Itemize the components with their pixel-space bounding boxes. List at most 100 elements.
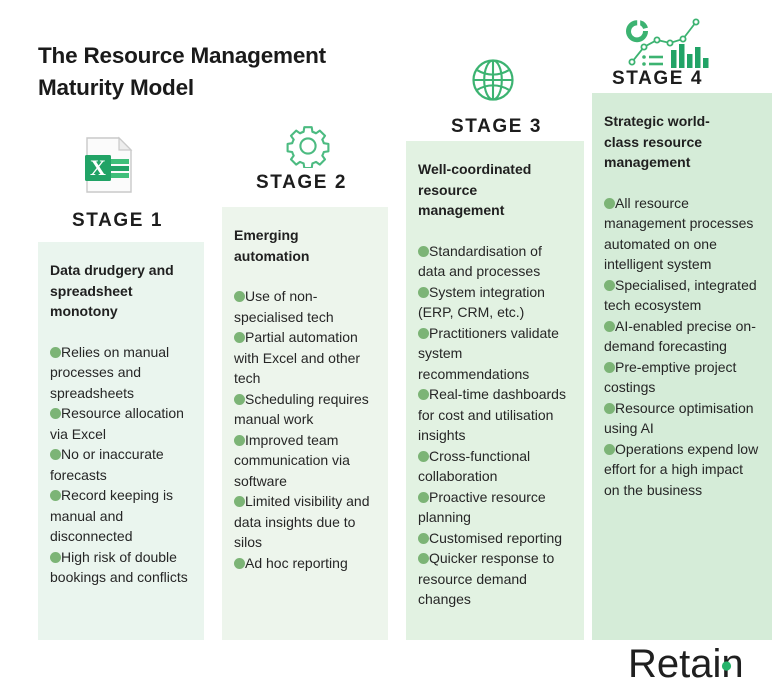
list-item-label: Operations expend low effort for a high … bbox=[604, 440, 759, 498]
stage-label-4: STAGE 4 bbox=[612, 68, 704, 89]
page-title: The Resource Management Maturity Model bbox=[38, 43, 326, 100]
list-item-label: Specialised, integrated tech ecosystem bbox=[604, 276, 757, 314]
list-item-label: Use of non-specialised tech bbox=[234, 288, 334, 325]
stage-heading-3: Well-coordinated resource management bbox=[418, 161, 532, 218]
stage-bullet-list-2: Use of non-specialised tech Partial autom… bbox=[234, 286, 376, 573]
list-item-label: Pre-emptive project costings bbox=[604, 358, 737, 396]
stage-bullet-list-1: Relies on manual processes and spreadshe… bbox=[50, 342, 192, 588]
stage-panel-3: Well-coordinated resource management Sta… bbox=[406, 141, 584, 640]
bullet-dot-icon bbox=[234, 496, 245, 507]
list-item-label: System integration (ERP, CRM, etc.) bbox=[418, 283, 545, 321]
bullet-dot-icon bbox=[418, 553, 429, 564]
stage-label-3: STAGE 3 bbox=[451, 116, 543, 137]
list-item: Customised reporting bbox=[418, 528, 572, 549]
stage-bullet-list-4: All resource management processes automa… bbox=[604, 193, 760, 501]
bullet-dot-icon bbox=[604, 443, 615, 455]
list-item: Improved team communication via software bbox=[234, 430, 376, 492]
list-item-label: Partial automation with Excel and other … bbox=[234, 329, 361, 386]
list-item-label: No or inaccurate forecasts bbox=[50, 446, 164, 483]
list-item: Limited visibility and data insights due… bbox=[234, 491, 376, 553]
bullet-dot-icon bbox=[50, 551, 61, 563]
bullet-dot-icon bbox=[50, 346, 61, 358]
list-item: AI-enabled precise on-demand forecasting bbox=[604, 316, 760, 357]
list-item: Ad hoc reporting bbox=[234, 553, 376, 574]
list-item-label: Resource allocation via Excel bbox=[50, 405, 184, 442]
bullet-dot-icon bbox=[50, 490, 61, 501]
list-item: Specialised, integrated tech ecosystem bbox=[604, 275, 760, 316]
list-item: System integration (ERP, CRM, etc.) bbox=[418, 282, 572, 323]
list-item-label: Record keeping is manual and disconnecte… bbox=[50, 487, 174, 544]
bullet-dot-icon bbox=[604, 361, 615, 373]
list-item: No or inaccurate forecasts bbox=[50, 444, 192, 485]
bullet-dot-icon bbox=[418, 286, 429, 298]
bullet-dot-icon bbox=[418, 491, 429, 503]
list-item-label: Relies on manual processes and spreadshe… bbox=[50, 343, 170, 401]
list-item: Practitioners validate system recommenda… bbox=[418, 323, 572, 385]
stage-panel-1: Data drudgery and spreadsheet monotony R… bbox=[38, 242, 204, 640]
list-item-label: Real-time dashboards for cost and utilis… bbox=[418, 386, 566, 443]
list-item-label: Proactive resource planning bbox=[418, 488, 546, 526]
list-item: Resource optimisation using AI bbox=[604, 398, 760, 439]
analytics-dashboard-icon bbox=[622, 14, 714, 70]
list-item: Resource allocation via Excel bbox=[50, 403, 192, 444]
list-item-label: Standardisation of data and processes bbox=[418, 242, 542, 280]
list-item-label: Quicker response to resource demand chan… bbox=[418, 550, 555, 607]
bullet-dot-icon bbox=[604, 320, 615, 332]
bullet-dot-icon bbox=[604, 279, 615, 291]
list-item: Quicker response to resource demand chan… bbox=[418, 548, 572, 610]
list-item: Standardisation of data and processes bbox=[418, 241, 572, 282]
stage-label-2: STAGE 2 bbox=[256, 172, 348, 193]
stage-panel-2: Emerging automation Use of non-specialis… bbox=[222, 207, 388, 640]
list-item-label: Ad hoc reporting bbox=[245, 554, 348, 571]
list-item: Cross-functional collaboration bbox=[418, 446, 572, 487]
stage-heading-4: Strategic world- class resource manageme… bbox=[604, 113, 710, 170]
list-item-label: Practitioners validate system recommenda… bbox=[418, 324, 559, 382]
bullet-dot-icon bbox=[234, 434, 245, 446]
list-item: Operations expend low effort for a high … bbox=[604, 439, 760, 501]
bullet-dot-icon bbox=[234, 291, 245, 302]
bullet-dot-icon bbox=[604, 197, 615, 209]
bullet-dot-icon bbox=[234, 332, 245, 343]
list-item: Scheduling requires manual work bbox=[234, 389, 376, 430]
bullet-dot-icon bbox=[604, 402, 615, 414]
list-item-label: Improved team communication via software bbox=[234, 431, 350, 489]
list-item-label: High risk of double bookings and conflic… bbox=[50, 548, 188, 586]
list-item: Real-time dashboards for cost and utilis… bbox=[418, 384, 572, 446]
list-item: Relies on manual processes and spreadshe… bbox=[50, 342, 192, 404]
list-item: Pre-emptive project costings bbox=[604, 357, 760, 398]
retain-logo-dot bbox=[721, 661, 732, 671]
list-item: Proactive resource planning bbox=[418, 487, 572, 528]
stage-heading-1: Data drudgery and spreadsheet monotony bbox=[50, 262, 174, 319]
stage-panel-4: Strategic world- class resource manageme… bbox=[592, 93, 772, 640]
stage-heading-2: Emerging automation bbox=[234, 227, 310, 264]
list-item-label: AI-enabled precise on-demand forecasting bbox=[604, 317, 756, 355]
globe-icon bbox=[470, 57, 516, 103]
infographic-canvas: The Resource Management Maturity Model X… bbox=[0, 0, 780, 695]
bullet-dot-icon bbox=[234, 393, 245, 405]
bullet-dot-icon bbox=[418, 389, 429, 400]
list-item-label: Scheduling requires manual work bbox=[234, 390, 369, 428]
bullet-dot-icon bbox=[418, 532, 429, 544]
stage-label-1: STAGE 1 bbox=[72, 210, 164, 231]
bullet-dot-icon bbox=[418, 327, 429, 339]
stage-bullet-list-3: Standardisation of data and processes Sys… bbox=[418, 241, 572, 610]
list-item-label: Limited visibility and data insights due… bbox=[234, 493, 370, 550]
list-item-label: Resource optimisation using AI bbox=[604, 399, 754, 437]
retain-logo: Retain bbox=[628, 642, 773, 687]
bullet-dot-icon bbox=[50, 408, 61, 419]
list-item: All resource management processes automa… bbox=[604, 193, 760, 275]
list-item: Use of non-specialised tech bbox=[234, 286, 376, 327]
list-item: Record keeping is manual and disconnecte… bbox=[50, 485, 192, 547]
svg-text:X: X bbox=[90, 155, 106, 180]
bullet-dot-icon bbox=[234, 557, 245, 569]
list-item-label: Cross-functional collaboration bbox=[418, 447, 531, 485]
bullet-dot-icon bbox=[50, 449, 61, 460]
list-item: High risk of double bookings and conflic… bbox=[50, 547, 192, 588]
excel-file-icon: X bbox=[79, 136, 135, 194]
gear-icon bbox=[286, 124, 330, 170]
list-item-label: Customised reporting bbox=[429, 529, 563, 546]
bullet-dot-icon bbox=[418, 245, 429, 257]
list-item-label: All resource management processes automa… bbox=[604, 194, 754, 273]
bullet-dot-icon bbox=[418, 450, 429, 462]
list-item: Partial automation with Excel and other … bbox=[234, 327, 376, 389]
